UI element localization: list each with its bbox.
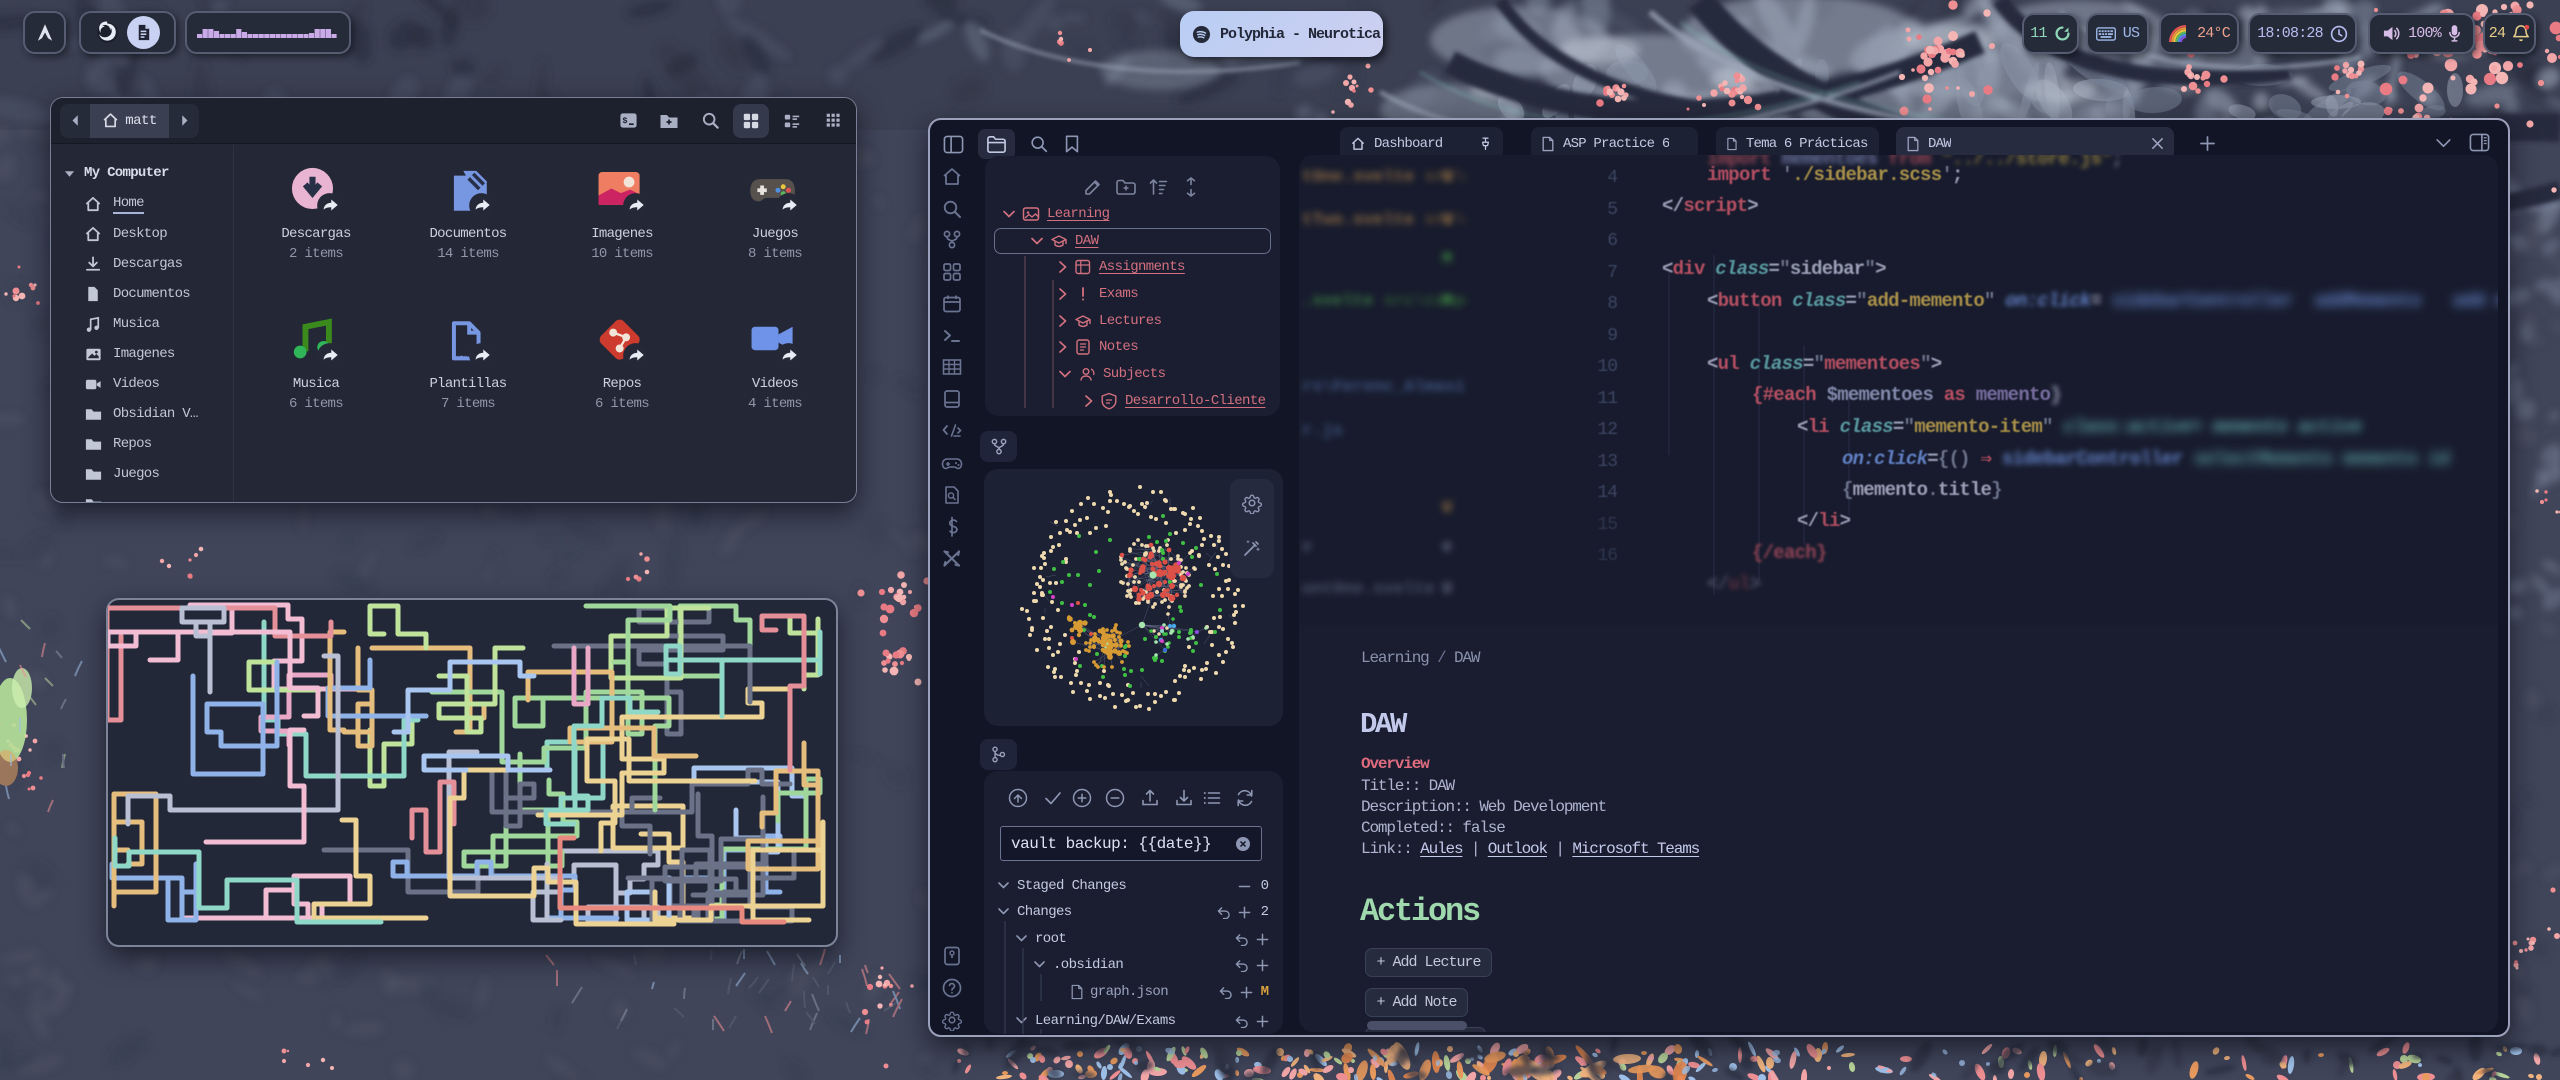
svg-text:$: $ <box>622 116 627 126</box>
